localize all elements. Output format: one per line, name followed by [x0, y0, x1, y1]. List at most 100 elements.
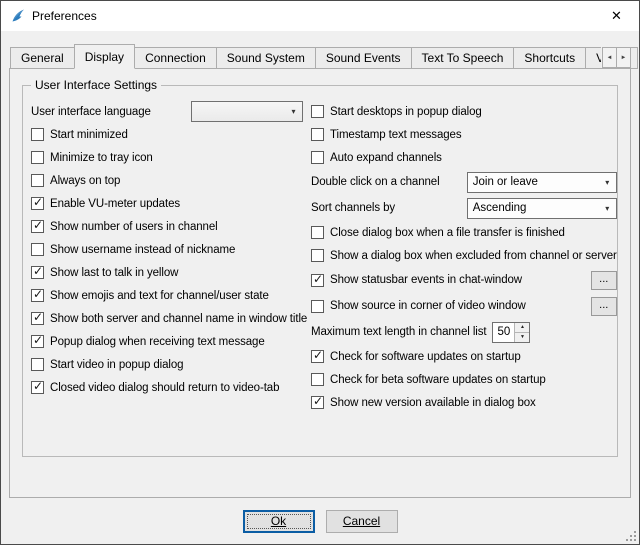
- tab-general[interactable]: General: [10, 47, 75, 69]
- checkbox-closed-video-return-tab[interactable]: Closed video dialog should return to vid…: [31, 376, 303, 399]
- language-row: User interface language ▾: [31, 100, 303, 123]
- checkbox-server-channel-in-title[interactable]: Show both server and channel name in win…: [31, 307, 303, 330]
- checkbox-video-source-corner[interactable]: Show source in corner of video window ..…: [311, 293, 617, 319]
- checkbox-box[interactable]: [31, 220, 44, 233]
- checkbox-show-new-version[interactable]: Show new version available in dialog box: [311, 391, 617, 414]
- spinner-buttons: ▲ ▼: [514, 323, 529, 342]
- checkbox-box[interactable]: [311, 300, 324, 313]
- chevron-down-icon: ▾: [285, 102, 302, 121]
- checkbox-last-to-talk-yellow[interactable]: Show last to talk in yellow: [31, 261, 303, 284]
- language-select[interactable]: ▾: [191, 101, 303, 122]
- checkbox-label: Popup dialog when receiving text message: [50, 336, 265, 348]
- chevron-down-icon: ▾: [599, 173, 616, 192]
- checkbox-label: Minimize to tray icon: [50, 152, 153, 164]
- checkbox-box[interactable]: [311, 226, 324, 239]
- tab-scroll-control: ◄ ►: [601, 47, 631, 68]
- tab-shortcuts[interactable]: Shortcuts: [513, 47, 586, 69]
- tab-strip: General Display Connection Sound System …: [10, 44, 631, 69]
- max-text-length-row: Maximum text length in channel list 50 ▲…: [311, 319, 617, 345]
- checkbox-label: Show last to talk in yellow: [50, 267, 178, 279]
- sort-channels-row: Sort channels by Ascending ▾: [311, 195, 617, 221]
- checkbox-label: Enable VU-meter updates: [50, 198, 180, 210]
- footer: Ok Cancel: [1, 498, 639, 544]
- checkbox-box[interactable]: [31, 289, 44, 302]
- checkbox-show-user-count[interactable]: Show number of users in channel: [31, 215, 303, 238]
- checkbox-statusbar-events[interactable]: Show statusbar events in chat-window ...: [311, 267, 617, 293]
- tab-display[interactable]: Display: [74, 44, 135, 69]
- checkbox-box[interactable]: [311, 128, 324, 141]
- checkbox-box[interactable]: [311, 249, 324, 262]
- group-title: User Interface Settings: [31, 78, 161, 92]
- checkbox-dialog-when-excluded[interactable]: Show a dialog box when excluded from cha…: [311, 244, 617, 267]
- tab-connection[interactable]: Connection: [134, 47, 217, 69]
- right-column: Start desktops in popup dialog Timestamp…: [311, 100, 617, 414]
- checkbox-emojis-text-state[interactable]: Show emojis and text for channel/user st…: [31, 284, 303, 307]
- checkbox-desktops-popup-dialog[interactable]: Start desktops in popup dialog: [311, 100, 617, 123]
- checkbox-always-on-top[interactable]: Always on top: [31, 169, 303, 192]
- checkbox-minimize-to-tray[interactable]: Minimize to tray icon: [31, 146, 303, 169]
- chevron-down-icon: ▾: [599, 199, 616, 218]
- checkbox-label: Show number of users in channel: [50, 221, 218, 233]
- app-icon: [10, 8, 26, 24]
- preferences-window: Preferences ✕ General Display Connection…: [0, 0, 640, 545]
- checkbox-box[interactable]: [31, 381, 44, 394]
- checkbox-label: Show new version available in dialog box: [330, 397, 536, 409]
- checkbox-box[interactable]: [31, 266, 44, 279]
- checkbox-label: Show source in corner of video window: [330, 300, 526, 312]
- checkbox-label: Start desktops in popup dialog: [330, 106, 482, 118]
- checkbox-box[interactable]: [311, 396, 324, 409]
- checkbox-check-updates[interactable]: Check for software updates on startup: [311, 345, 617, 368]
- tab-sound-system[interactable]: Sound System: [216, 47, 316, 69]
- title-bar[interactable]: Preferences ✕: [1, 1, 639, 31]
- checkbox-label: Always on top: [50, 175, 120, 187]
- spinner-value[interactable]: 50: [493, 323, 514, 342]
- video-source-more-button[interactable]: ...: [591, 297, 617, 316]
- checkbox-box[interactable]: [31, 197, 44, 210]
- checkbox-box[interactable]: [311, 373, 324, 386]
- checkbox-label: Show emojis and text for channel/user st…: [50, 290, 269, 302]
- sort-channels-select[interactable]: Ascending ▾: [467, 198, 617, 219]
- tab-scroll-right-icon[interactable]: ►: [616, 47, 631, 68]
- checkbox-label: Check for beta software updates on start…: [330, 374, 546, 386]
- cancel-button[interactable]: Cancel: [326, 510, 398, 533]
- checkbox-auto-expand-channels[interactable]: Auto expand channels: [311, 146, 617, 169]
- spin-up-icon[interactable]: ▲: [515, 323, 529, 332]
- checkbox-box[interactable]: [31, 243, 44, 256]
- checkbox-box[interactable]: [31, 335, 44, 348]
- checkbox-box[interactable]: [311, 151, 324, 164]
- checkbox-box[interactable]: [31, 174, 44, 187]
- checkbox-box[interactable]: [311, 350, 324, 363]
- checkbox-label: Start minimized: [50, 129, 128, 141]
- checkbox-label: Close dialog box when a file transfer is…: [330, 227, 565, 239]
- checkbox-video-popup-dialog[interactable]: Start video in popup dialog: [31, 353, 303, 376]
- checkbox-box[interactable]: [311, 105, 324, 118]
- checkbox-box[interactable]: [31, 151, 44, 164]
- checkbox-start-minimized[interactable]: Start minimized: [31, 123, 303, 146]
- resize-grip[interactable]: [624, 529, 637, 542]
- tab-text-to-speech[interactable]: Text To Speech: [411, 47, 515, 69]
- close-button[interactable]: ✕: [594, 1, 639, 31]
- double-click-value: Join or leave: [473, 176, 538, 188]
- checkbox-timestamp-messages[interactable]: Timestamp text messages: [311, 123, 617, 146]
- checkbox-label: Closed video dialog should return to vid…: [50, 382, 279, 394]
- checkbox-box[interactable]: [31, 128, 44, 141]
- spin-down-icon[interactable]: ▼: [515, 332, 529, 342]
- checkbox-box[interactable]: [311, 274, 324, 287]
- checkbox-label: Check for software updates on startup: [330, 351, 521, 363]
- checkbox-popup-on-text-message[interactable]: Popup dialog when receiving text message: [31, 330, 303, 353]
- checkbox-username-instead-nickname[interactable]: Show username instead of nickname: [31, 238, 303, 261]
- tab-sound-events[interactable]: Sound Events: [315, 47, 412, 69]
- ok-button[interactable]: Ok: [243, 510, 315, 533]
- checkbox-label: Show a dialog box when excluded from cha…: [330, 250, 617, 262]
- double-click-select[interactable]: Join or leave ▾: [467, 172, 617, 193]
- sort-channels-value: Ascending: [473, 202, 527, 214]
- checkbox-box[interactable]: [31, 312, 44, 325]
- statusbar-events-more-button[interactable]: ...: [591, 271, 617, 290]
- tab-scroll-left-icon[interactable]: ◄: [602, 47, 617, 68]
- checkbox-check-beta-updates[interactable]: Check for beta software updates on start…: [311, 368, 617, 391]
- checkbox-box[interactable]: [31, 358, 44, 371]
- checkbox-close-on-file-transfer[interactable]: Close dialog box when a file transfer is…: [311, 221, 617, 244]
- checkbox-label: Show both server and channel name in win…: [50, 313, 307, 325]
- checkbox-vu-meter-updates[interactable]: Enable VU-meter updates: [31, 192, 303, 215]
- max-text-spinner[interactable]: 50 ▲ ▼: [492, 322, 530, 343]
